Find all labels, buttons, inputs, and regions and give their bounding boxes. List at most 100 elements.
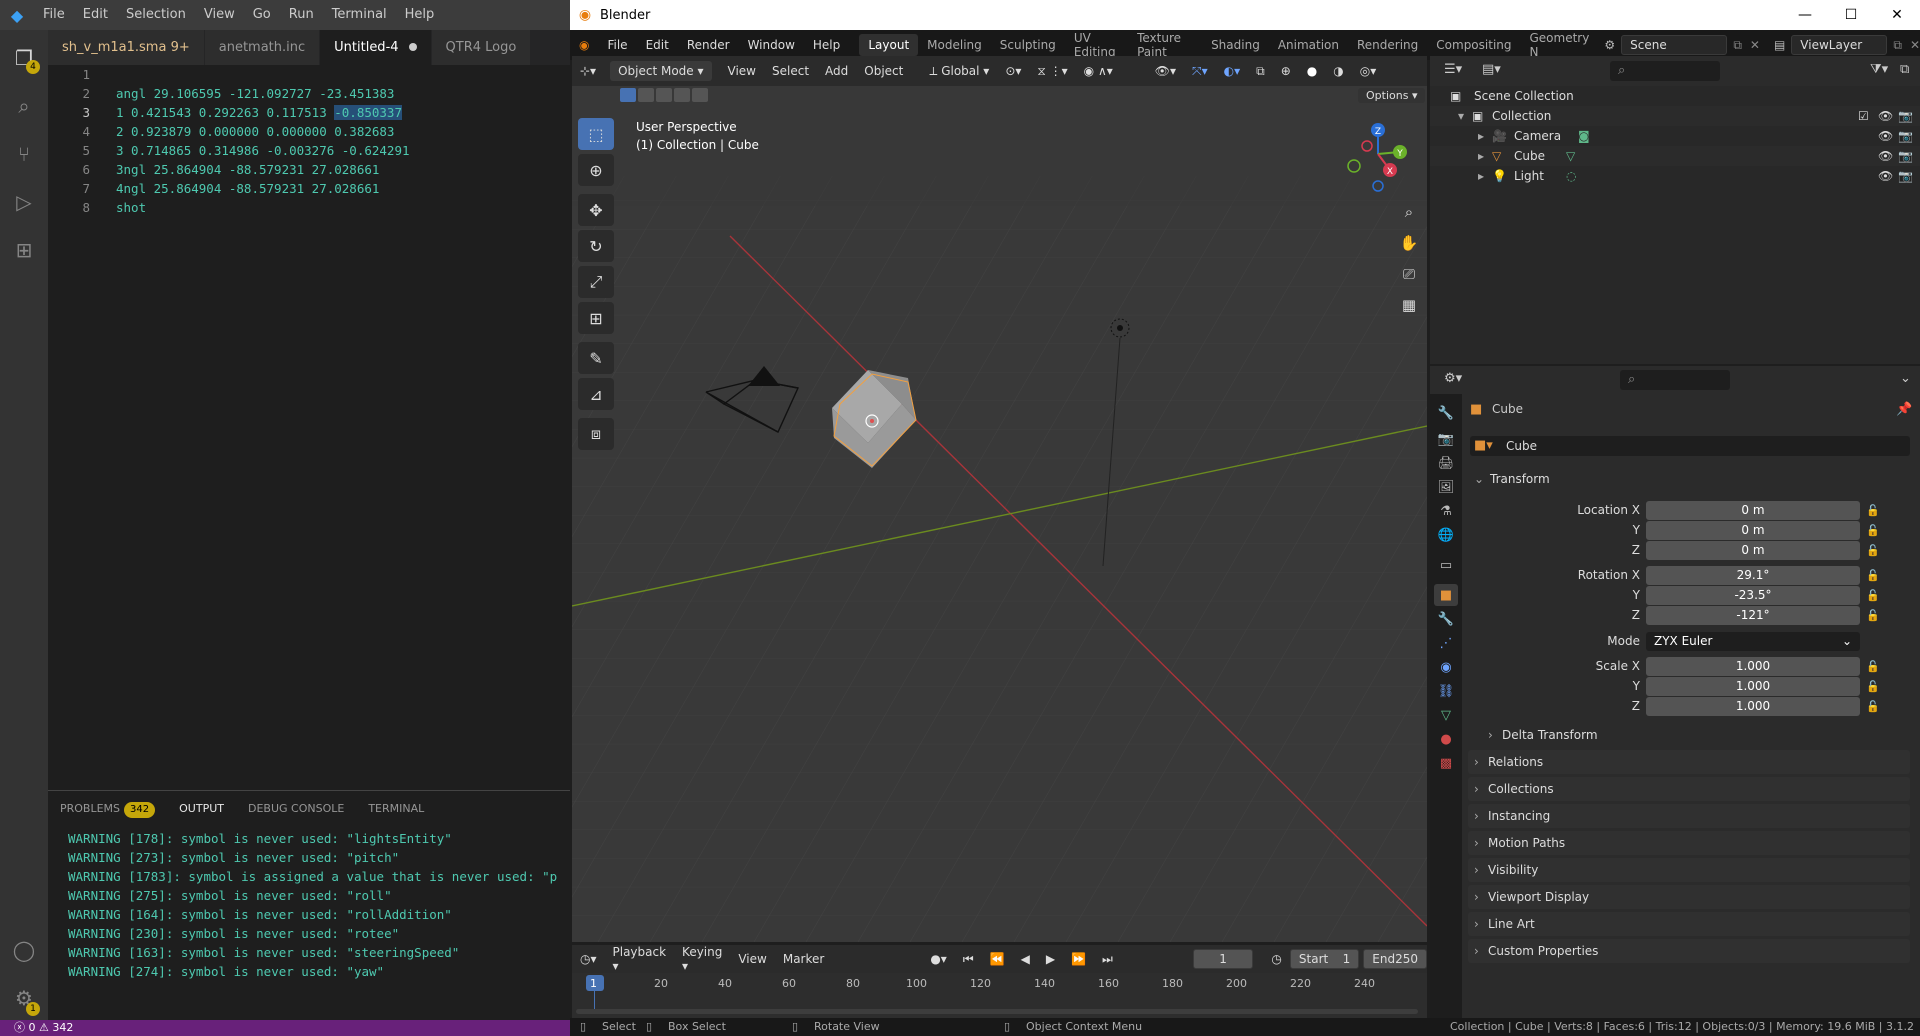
record-icon[interactable]: ●▾: [922, 952, 955, 966]
outliner-search-input[interactable]: ⌕: [1610, 61, 1720, 81]
pin-icon[interactable]: 📌: [1896, 402, 1912, 417]
blender-menu-file[interactable]: File: [598, 38, 636, 52]
rotation-x-field[interactable]: 29.1°: [1646, 566, 1860, 585]
zoom-icon[interactable]: ⌕: [1395, 198, 1423, 226]
delta-transform-header[interactable]: › Delta Transform: [1482, 724, 1902, 746]
view-layer-selector[interactable]: ViewLayer: [1791, 35, 1888, 55]
scale-z-field[interactable]: 1.000: [1646, 697, 1860, 716]
source-control-icon[interactable]: ⑂: [0, 130, 48, 178]
timeline-scrollbar[interactable]: [576, 1009, 1418, 1014]
eye-icon[interactable]: 👁: [1878, 126, 1893, 146]
properties-search-input[interactable]: ⌕: [1620, 370, 1730, 390]
orientation-dropdown[interactable]: ⟂ Global ▾: [921, 64, 997, 79]
timeline-menu-keying[interactable]: Keying ▾: [674, 945, 730, 973]
workspace-shading[interactable]: Shading: [1202, 34, 1269, 56]
select-intersect-icon[interactable]: [692, 88, 708, 102]
scale-tool-icon[interactable]: ⤢: [578, 266, 614, 298]
scene-tab-icon[interactable]: ⚗: [1434, 500, 1458, 522]
viewport-menu-select[interactable]: Select: [764, 64, 817, 78]
code-line[interactable]: 8 shot: [48, 198, 570, 217]
motion-paths-panel[interactable]: › Motion Paths: [1468, 831, 1910, 855]
outliner-row-scene-collection[interactable]: ▣ Scene Collection: [1430, 86, 1920, 106]
outliner-row-light[interactable]: ▸ 💡 Light ◌ 👁 📷: [1430, 166, 1920, 186]
shading-wireframe-icon[interactable]: ⊕: [1273, 64, 1299, 78]
tab-terminal[interactable]: TERMINAL: [356, 791, 436, 826]
tab-output[interactable]: OUTPUT: [167, 791, 236, 826]
vscode-menu-edit[interactable]: Edit: [74, 0, 117, 30]
collections-panel[interactable]: › Collections: [1468, 777, 1910, 801]
camera-render-icon[interactable]: 📷: [1898, 166, 1913, 186]
blender-menu-logo-icon[interactable]: ◉: [570, 38, 598, 52]
editor-type-icon[interactable]: ⊹▾: [572, 64, 604, 78]
camera-render-icon[interactable]: 📷: [1898, 106, 1913, 126]
eye-icon[interactable]: 👁: [1878, 106, 1893, 126]
line-art-panel[interactable]: › Line Art: [1468, 912, 1910, 936]
shading-material-icon[interactable]: ◑: [1325, 64, 1351, 78]
tab-anetmath[interactable]: anetmath.inc: [204, 30, 321, 65]
code-line[interactable]: 4 2 0.923879 0.000000 0.000000 0.382683: [48, 122, 570, 141]
vscode-menu-terminal[interactable]: Terminal: [323, 0, 396, 30]
view-layer-tab-icon[interactable]: 🖼: [1434, 476, 1458, 498]
eye-icon[interactable]: 👁: [1878, 166, 1893, 186]
physics-tab-icon[interactable]: ◉: [1434, 656, 1458, 678]
search-icon[interactable]: ⌕: [0, 82, 48, 130]
camera-render-icon[interactable]: 📷: [1898, 126, 1913, 146]
maximize-button[interactable]: ☐: [1828, 0, 1874, 30]
options-dropdown[interactable]: Options ▾: [1358, 88, 1426, 103]
code-line[interactable]: 5 3 0.714865 0.314986 -0.003276 -0.624291: [48, 141, 570, 160]
lock-icon[interactable]: 🔓: [1866, 680, 1880, 693]
timeline-editor-type-icon[interactable]: ◷▾: [572, 952, 605, 966]
cursor-tool-icon[interactable]: ⊕: [578, 154, 614, 186]
properties-editor-type-icon[interactable]: ⚙▾: [1444, 371, 1462, 386]
new-collection-icon[interactable]: ⧉: [1900, 62, 1909, 77]
run-debug-icon[interactable]: ▷: [0, 178, 48, 226]
expand-arrow-icon[interactable]: ▸: [1478, 126, 1484, 146]
rotation-y-field[interactable]: -23.5°: [1646, 586, 1860, 605]
explorer-icon[interactable]: ❐ 4: [0, 34, 48, 82]
checkbox-icon[interactable]: ☑: [1858, 106, 1869, 126]
object-name-value[interactable]: Cube: [1506, 439, 1537, 453]
scale-x-field[interactable]: 1.000: [1646, 657, 1860, 676]
tab-sh-v-m1a1[interactable]: sh_v_m1a1.sma 9+: [48, 30, 205, 65]
vscode-menu-view[interactable]: View: [195, 0, 244, 30]
workspace-rendering[interactable]: Rendering: [1348, 34, 1427, 56]
rotation-z-field[interactable]: -121°: [1646, 606, 1860, 625]
mode-dropdown[interactable]: Object Mode ▾: [610, 61, 712, 81]
render-tab-icon[interactable]: 📷: [1434, 428, 1458, 450]
viewport-menu-add[interactable]: Add: [817, 64, 856, 78]
start-frame-field[interactable]: Start 1: [1289, 949, 1360, 969]
outliner-editor-type-icon[interactable]: ☰▾: [1444, 62, 1462, 77]
transform-panel-header[interactable]: ⌄ Transform: [1468, 468, 1910, 490]
visibility-icon[interactable]: 👁▾: [1147, 64, 1184, 78]
3d-viewport[interactable]: [572, 86, 1427, 942]
workspace-sculpting[interactable]: Sculpting: [991, 34, 1065, 56]
select-box-tool-icon[interactable]: ⬚: [578, 118, 614, 150]
modifier-tab-icon[interactable]: 🔧: [1434, 608, 1458, 630]
measure-tool-icon[interactable]: ⊿: [578, 378, 614, 410]
object-tab-icon[interactable]: ■: [1434, 584, 1458, 606]
blender-menu-edit[interactable]: Edit: [637, 38, 678, 52]
vscode-menu-help[interactable]: Help: [396, 0, 444, 30]
annotate-tool-icon[interactable]: ✎: [578, 342, 614, 374]
tab-untitled-4[interactable]: Untitled-4: [320, 30, 432, 65]
lock-icon[interactable]: 🔓: [1866, 524, 1880, 537]
light-data-icon[interactable]: ◌: [1566, 166, 1576, 186]
tab-debug-console[interactable]: DEBUG CONSOLE: [236, 791, 356, 826]
account-icon[interactable]: ◯: [0, 926, 48, 974]
particles-tab-icon[interactable]: ⋰: [1434, 632, 1458, 654]
xray-icon[interactable]: ⧉: [1248, 64, 1273, 79]
lock-icon[interactable]: 🔓: [1866, 569, 1880, 582]
problems-status[interactable]: ⓧ 0 ⚠ 342: [14, 1021, 73, 1034]
select-subtract-icon[interactable]: [656, 88, 672, 102]
workspace-compositing[interactable]: Compositing: [1427, 34, 1520, 56]
timeline-menu-playback[interactable]: Playback ▾: [605, 945, 675, 973]
scene-selector[interactable]: Scene: [1621, 35, 1728, 55]
new-scene-icon[interactable]: ⧉: [1733, 38, 1742, 53]
select-extend-icon[interactable]: [638, 88, 654, 102]
settings-gear-icon[interactable]: ⚙ 1: [0, 974, 48, 1022]
collection-tab-icon[interactable]: ▭: [1434, 554, 1458, 576]
perspective-grid-icon[interactable]: ▦: [1395, 291, 1423, 319]
camera-render-icon[interactable]: 📷: [1898, 146, 1913, 166]
axis-gizmo[interactable]: Z Y X: [1338, 118, 1418, 198]
vscode-menu-selection[interactable]: Selection: [117, 0, 195, 30]
